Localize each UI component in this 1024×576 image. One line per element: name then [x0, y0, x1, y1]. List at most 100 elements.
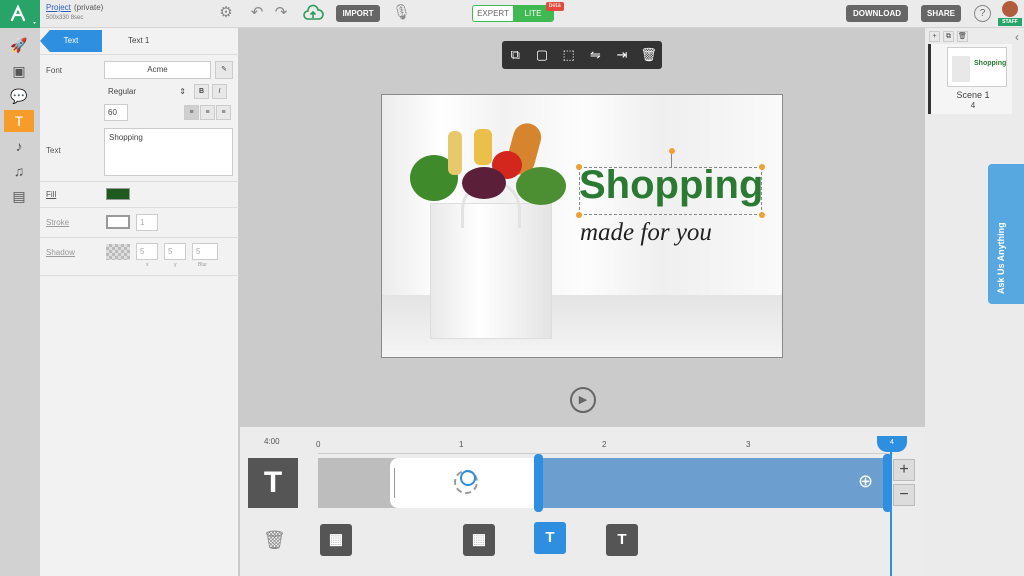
import-button[interactable]: IMPORT: [336, 5, 380, 22]
add-scene-icon[interactable]: +: [929, 31, 940, 42]
rocket-icon[interactable]: 🚀: [4, 34, 34, 56]
add-keyframe-icon[interactable]: ⊕: [858, 472, 873, 490]
ask-us-anything-tab[interactable]: Ask Us Anything: [988, 164, 1024, 304]
playhead-line[interactable]: [890, 446, 892, 576]
edit-icon[interactable]: ✎: [215, 61, 233, 79]
zoom-in-button[interactable]: +: [893, 459, 915, 481]
keyframe-text-active[interactable]: T: [534, 522, 566, 554]
playhead-handle[interactable]: 4: [877, 436, 907, 452]
shadow-y-input[interactable]: 5: [164, 243, 186, 260]
text-layer-icon[interactable]: T: [248, 458, 298, 508]
scene-thumb-image: Shopping: [947, 47, 1007, 87]
logo-icon: [10, 4, 36, 24]
fill-label: Fill: [46, 190, 57, 199]
shadow-blur-input[interactable]: 5: [192, 243, 218, 260]
shopping-bag-image[interactable]: [430, 180, 552, 339]
clip-visible-segment[interactable]: ⊕: [534, 454, 892, 512]
top-bar: Project (private) 500x330 8sec ⚙ ↶ ↷ IMP…: [0, 0, 1024, 28]
upload-cloud-icon[interactable]: [302, 4, 324, 24]
archive-box-icon[interactable]: ▤: [4, 185, 34, 207]
shadow-color-swatch[interactable]: [106, 244, 130, 260]
play-button[interactable]: ▶: [570, 387, 596, 413]
delete-layer-icon[interactable]: 🗑: [263, 530, 286, 551]
tick-0: 0: [316, 440, 321, 449]
stroke-label: Stroke: [46, 218, 70, 227]
send-backward-icon[interactable]: ⬚: [559, 47, 579, 63]
keyframe-image-2[interactable]: ▦: [463, 524, 495, 556]
share-button[interactable]: SHARE: [921, 5, 961, 22]
undo-icon[interactable]: ↶: [248, 4, 266, 22]
shadow-label: Shadow: [46, 248, 75, 257]
tick-1: 1: [459, 440, 464, 449]
text-label: Text: [46, 146, 61, 155]
timeline-duration: 4:00: [264, 437, 280, 446]
font-select[interactable]: Acme: [104, 61, 211, 79]
keyframe-image-1[interactable]: ▦: [320, 524, 352, 556]
fill-color-swatch[interactable]: [106, 188, 130, 200]
magnify-icon: [454, 470, 478, 494]
mode-toggle[interactable]: EXPERT LITE: [472, 5, 554, 22]
keyframe-text[interactable]: T: [606, 524, 638, 556]
bold-button[interactable]: B: [194, 84, 209, 99]
font-style-value: Regular: [108, 87, 137, 96]
redo-icon[interactable]: ↷: [272, 4, 290, 22]
staff-badge: STAFF: [998, 18, 1022, 26]
scene-title: Scene 1: [956, 90, 990, 100]
bring-forward-icon[interactable]: ▢: [532, 47, 552, 63]
shadow-x-input[interactable]: 5: [136, 243, 158, 260]
italic-button[interactable]: I: [212, 84, 227, 99]
trash-icon[interactable]: 🗑: [639, 47, 659, 63]
mode-expert[interactable]: EXPERT: [473, 6, 513, 21]
app-root: Project (private) 500x330 8sec ⚙ ↶ ↷ IMP…: [0, 0, 1024, 576]
font-style-select[interactable]: Regular ⇕: [104, 84, 190, 99]
duplicate-icon[interactable]: ⧉: [505, 47, 525, 63]
ask-us-label: Ask Us Anything: [996, 222, 1006, 294]
flip-icon[interactable]: ⇋: [585, 47, 605, 63]
app-logo[interactable]: [0, 0, 40, 28]
gear-icon[interactable]: ⚙: [217, 4, 235, 22]
tagline-text[interactable]: made for you: [580, 219, 712, 247]
headline-text[interactable]: Shopping: [579, 163, 763, 208]
align-left-icon[interactable]: ≡: [184, 105, 199, 120]
align-icon[interactable]: ⇥: [612, 47, 632, 63]
scene-duration: 4: [970, 101, 976, 110]
align-center-icon[interactable]: ≡: [200, 105, 215, 120]
tool-rail: 🚀 ▣ 💬 T ♪ ♫ ▤: [0, 28, 40, 576]
copy-scene-icon[interactable]: ⧉: [943, 31, 954, 42]
shadow-x-caption: x: [146, 262, 149, 268]
pasta-bundle-image: [474, 129, 492, 165]
align-right-icon[interactable]: ≡: [216, 105, 231, 120]
scene-canvas[interactable]: Shopping made for you: [381, 94, 783, 358]
clip-hidden-segment[interactable]: [390, 458, 538, 508]
scene-thumb-text: Shopping: [974, 60, 1007, 67]
music-note-fx-icon[interactable]: ♪: [4, 135, 34, 157]
text-content-field[interactable]: Shopping: [104, 128, 233, 176]
speech-bubble-icon[interactable]: 💬: [4, 85, 34, 107]
stroke-width-input[interactable]: 1: [136, 214, 158, 231]
image-icon[interactable]: ▣: [4, 60, 34, 82]
download-button[interactable]: DOWNLOAD: [846, 5, 908, 22]
shadow-blur-caption: Blur: [198, 262, 207, 268]
microphone-icon[interactable]: 🎙: [392, 4, 411, 22]
collapse-icon[interactable]: ‹: [1015, 30, 1019, 44]
tick-3: 3: [746, 440, 751, 449]
zoom-out-button[interactable]: −: [893, 484, 915, 506]
properties-panel: Text Text 1 Font Acme ✎ Regular ⇕ B I 60 …: [40, 28, 239, 576]
font-size-input[interactable]: 60: [104, 104, 128, 121]
avatar[interactable]: [1002, 1, 1018, 17]
tab-text[interactable]: Text: [40, 30, 102, 52]
project-link[interactable]: Project: [46, 3, 71, 12]
project-meta: 500x330 8sec: [46, 15, 84, 21]
object-toolbar: ⧉ ▢ ⬚ ⇋ ⇥ 🗑: [502, 41, 662, 69]
font-label: Font: [46, 66, 63, 75]
music-icon[interactable]: ♫: [4, 160, 34, 182]
grapes-image: [462, 167, 506, 199]
scene-thumbnail[interactable]: Shopping Scene 1 4: [928, 44, 1012, 114]
clip-start-handle[interactable]: [534, 454, 543, 512]
delete-scene-icon[interactable]: 🗑: [957, 31, 968, 42]
text-tool-icon[interactable]: T: [4, 110, 34, 132]
broccoli-right-image: [516, 167, 566, 205]
stroke-color-swatch[interactable]: [106, 215, 130, 229]
help-icon[interactable]: ?: [974, 5, 991, 22]
timeline-ruler[interactable]: [318, 453, 893, 454]
